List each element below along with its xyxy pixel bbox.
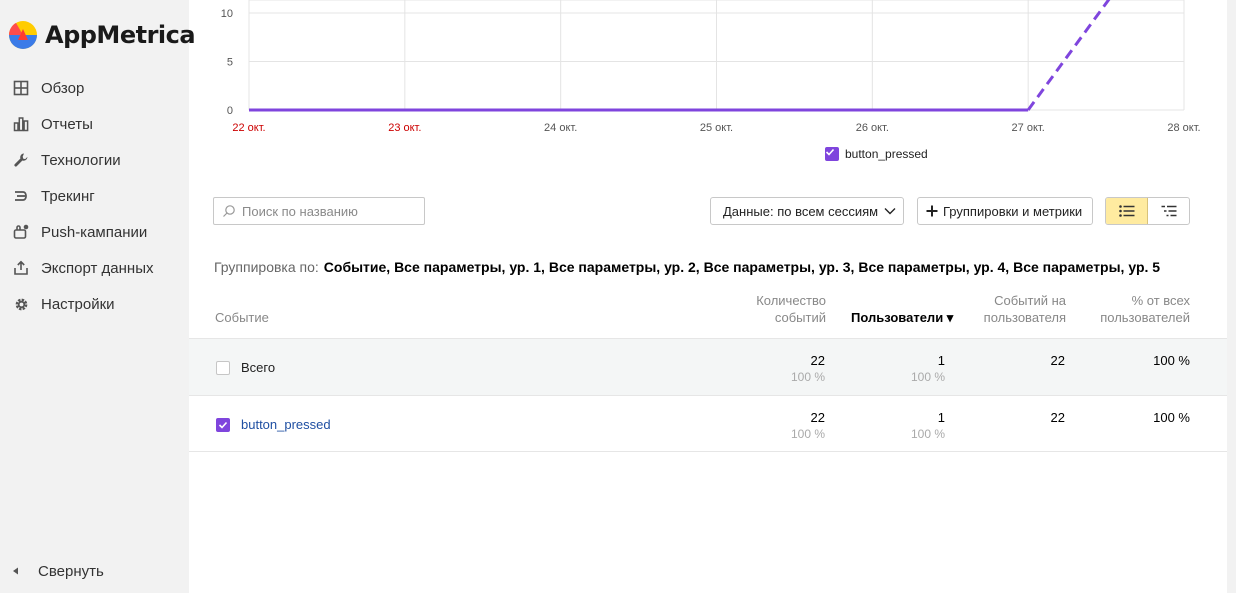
app-name: AppMetrica <box>45 21 196 49</box>
sidebar-item-overview[interactable]: Обзор <box>0 70 189 106</box>
series-line-dashed <box>1026 0 1111 111</box>
row-name: Всего <box>241 360 276 375</box>
sidebar-item-technologies[interactable]: Технологии <box>0 142 189 178</box>
cell-users: 1 100 % <box>911 409 945 443</box>
collapse-label: Свернуть <box>38 562 104 580</box>
cell-events-per-user: 22 <box>1050 353 1065 368</box>
sidebar-item-label: Обзор <box>41 79 85 97</box>
y-tick-label: 0 <box>227 105 233 117</box>
x-tick-label: 22 окт. <box>232 122 265 134</box>
view-mode-switch <box>1105 197 1190 225</box>
column-header-event[interactable]: Событие <box>215 309 269 326</box>
sidebar-item-label: Push-кампании <box>41 223 148 241</box>
sidebar-item-reports[interactable]: Отчеты <box>0 106 189 142</box>
gear-icon <box>12 295 30 313</box>
bar-chart-icon <box>12 115 30 133</box>
export-icon <box>12 259 30 277</box>
x-tick-label: 28 окт. <box>1167 122 1200 134</box>
app-logo[interactable]: AppMetrica <box>8 20 196 50</box>
x-tick-label: 27 окт. <box>1012 122 1045 134</box>
cell-pct-users: 100 % <box>1153 353 1190 368</box>
cell-percent: 100 % <box>910 370 945 384</box>
tree-list-icon <box>1161 205 1176 217</box>
appmetrica-logo-icon <box>9 21 37 49</box>
legend-label: button_pressed <box>845 147 928 161</box>
cell-value: 1 <box>937 410 945 425</box>
row-checkbox[interactable] <box>216 361 230 375</box>
x-tick-label: 23 окт. <box>388 122 421 134</box>
cell-value: 22 <box>810 410 825 425</box>
column-header-events-per-user[interactable]: Событий на пользователя <box>984 292 1066 326</box>
chevron-down-icon <box>884 208 896 215</box>
x-tick-label: 24 окт. <box>544 122 577 134</box>
cell-event-count: 22 100 % <box>791 352 825 386</box>
chart-canvas: 0 5 10 22 окт. 23 окт. 24 окт. 25 окт. 26 окт. 2… <box>221 0 1201 134</box>
sidebar-item-label: Настройки <box>41 295 115 313</box>
grid-icon <box>12 79 30 97</box>
push-icon <box>12 223 30 241</box>
checkmark-icon <box>825 148 835 156</box>
triangle-left-icon <box>13 567 18 575</box>
cell-events-per-user: 22 <box>1050 410 1065 425</box>
data-source-label: Данные: по всем сессиям <box>723 203 879 219</box>
plus-icon <box>926 205 938 217</box>
column-header-pct-users[interactable]: % от всех пользователей <box>1100 292 1190 326</box>
sidebar-item-export[interactable]: Экспорт данных <box>0 250 189 286</box>
header-line: % от всех <box>1131 293 1190 308</box>
sidebar-nav: Обзор Отчеты Технологии Трекинг Push-кам… <box>0 70 189 322</box>
sidebar-item-label: Трекинг <box>41 187 95 205</box>
list-icon <box>1118 205 1134 217</box>
cell-value: 1 <box>937 353 945 368</box>
header-line: событий <box>774 310 826 325</box>
sidebar-item-settings[interactable]: Настройки <box>0 286 189 322</box>
checkmark-icon <box>218 421 228 429</box>
table-row-total: Всего 22 100 % 1 100 % 22 100 % <box>189 338 1227 395</box>
cell-pct-users: 100 % <box>1153 410 1190 425</box>
sidebar: AppMetrica Обзор Отчеты Технологии Треки… <box>0 0 196 593</box>
cell-users: 1 100 % <box>911 352 945 386</box>
events-chart: 0 5 10 22 окт. 23 окт. 24 окт. 25 окт. 26 окт. 2… <box>189 0 1227 180</box>
sidebar-item-tracking[interactable]: Трекинг <box>0 178 189 214</box>
right-scroll-strip <box>1227 0 1236 593</box>
event-name-link[interactable]: button_pressed <box>241 417 331 432</box>
cell-percent: 100 % <box>790 370 825 384</box>
data-source-dropdown[interactable]: Данные: по всем сессиям <box>710 197 904 225</box>
legend-item-button-pressed[interactable]: button_pressed <box>825 147 928 161</box>
x-tick-label: 26 окт. <box>856 122 889 134</box>
header-line: Количество <box>756 293 826 308</box>
column-header-users[interactable]: Пользователи ▾ <box>851 309 953 326</box>
legend-checkbox[interactable] <box>825 147 839 161</box>
cell-value: 22 <box>810 353 825 368</box>
groupings-metrics-button[interactable]: Группировки и метрики <box>917 197 1093 225</box>
search-input[interactable] <box>242 203 422 219</box>
tracking-icon <box>12 187 30 205</box>
x-tick-label: 25 окт. <box>700 122 733 134</box>
sidebar-item-label: Технологии <box>41 151 121 169</box>
header-line: пользователя <box>983 310 1066 325</box>
wrench-icon <box>12 151 30 169</box>
groupings-metrics-label: Группировки и метрики <box>943 203 1083 219</box>
cell-percent: 100 % <box>790 427 825 441</box>
cell-percent: 100 % <box>910 427 945 441</box>
collapse-sidebar-button[interactable]: Свернуть <box>12 560 104 582</box>
grouping-value[interactable]: Событие, Все параметры, ур. 1, Все парам… <box>324 259 1160 275</box>
search-field[interactable] <box>213 197 425 225</box>
sidebar-item-push[interactable]: Push-кампании <box>0 214 189 250</box>
column-header-event-count[interactable]: Количество событий <box>756 292 826 326</box>
grouping-line: Группировка по: Событие, Все параметры, у… <box>214 259 1160 275</box>
table-row: button_pressed 22 100 % 1 100 % 22 100 % <box>189 395 1227 452</box>
sidebar-item-label: Отчеты <box>41 115 93 133</box>
y-tick-label: 5 <box>227 57 233 69</box>
row-checkbox[interactable] <box>216 418 230 432</box>
sidebar-item-label: Экспорт данных <box>41 259 154 277</box>
header-line: Событий на <box>994 293 1066 308</box>
header-line: пользователей <box>1100 310 1190 325</box>
flat-list-view-button[interactable] <box>1106 198 1148 224</box>
cell-event-count: 22 100 % <box>791 409 825 443</box>
tree-view-button[interactable] <box>1148 198 1189 224</box>
search-icon <box>223 205 235 217</box>
grouping-label: Группировка по: <box>214 259 319 275</box>
y-tick-label: 10 <box>221 8 233 20</box>
